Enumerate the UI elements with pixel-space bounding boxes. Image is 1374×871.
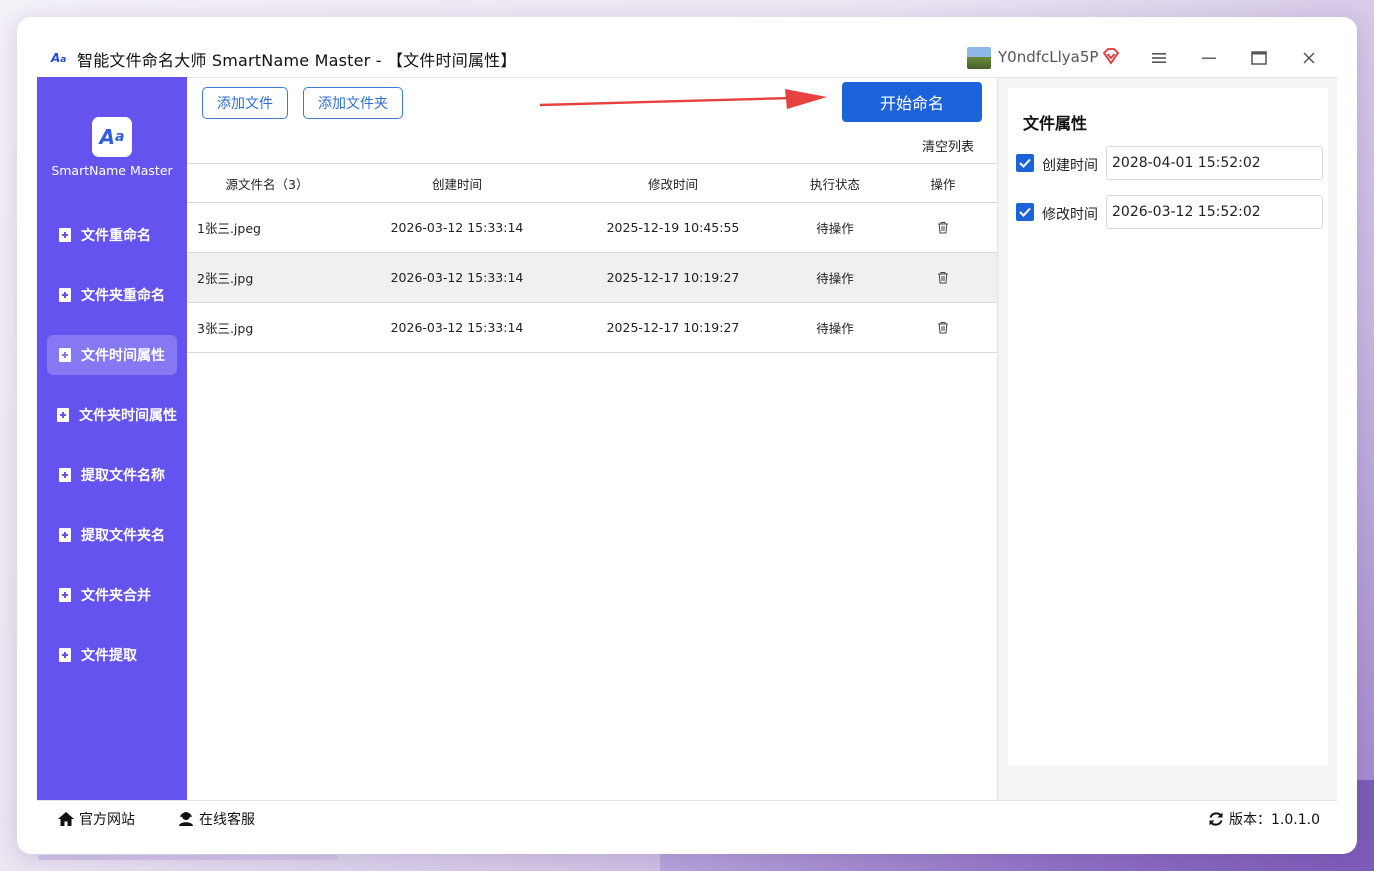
sidebar-item-file-extract[interactable]: 文件提取 [47,635,177,675]
created-time-row: 创建时间 [1016,146,1326,180]
cell-modified: 2025-12-19 10:45:55 [606,220,740,235]
header-source-name[interactable]: 源文件名（3） [187,164,347,202]
cell-file-name: 2张三.jpg [197,271,254,286]
status-footer: 官方网站 在线客服 版本：1.0.1.0 [37,800,1337,837]
table-row[interactable]: 1张三.jpeg 2026-03-12 15:33:14 2025-12-19 … [187,203,997,253]
cell-modified: 2025-12-17 10:19:27 [606,270,740,285]
header-created[interactable]: 创建时间 [347,164,567,202]
sidebar-item-extract-filename[interactable]: 提取文件名称 [47,455,177,495]
main-panel: 添加文件 添加文件夹 开始命名 清空列表 源文件名（3） 创建时间 修改时间 执… [187,77,997,800]
sidebar-item-folder-rename[interactable]: 文件夹重命名 [47,275,177,315]
modified-time-input[interactable] [1106,195,1323,229]
version-label: 版本：1.0.1.0 [1229,812,1320,828]
table-header: 源文件名（3） 创建时间 修改时间 执行状态 操作 [187,163,997,203]
trash-icon[interactable] [937,271,949,284]
table-row[interactable]: 2张三.jpg 2026-03-12 15:33:14 2025-12-17 1… [187,253,997,303]
modified-time-checkbox[interactable] [1016,203,1034,221]
menu-icon[interactable] [1146,47,1172,69]
cell-action [891,303,995,352]
official-site-link[interactable]: 官方网站 [57,809,135,829]
home-icon [58,812,74,826]
window-title: 智能文件命名大师 SmartName Master - 【文件时间属性】 [77,51,517,70]
cell-status: 待操作 [816,221,854,236]
sidebar-item-label: 文件夹时间属性 [79,408,177,424]
sidebar-item-file-rename[interactable]: 文件重命名 [47,215,177,255]
file-add-icon [59,228,71,242]
background-bar [38,855,338,860]
created-time-checkbox[interactable] [1016,154,1034,172]
attributes-card: 文件属性 创建时间 修改时间 [1008,88,1328,766]
close-icon[interactable] [1296,47,1322,69]
sidebar-item-folder-time[interactable]: 文件夹时间属性 [47,395,177,435]
sidebar-brand: SmartName Master [51,163,173,178]
file-add-icon [57,408,69,422]
file-add-icon [59,288,71,302]
header-status[interactable]: 执行状态 [779,164,891,202]
table-row[interactable]: 3张三.jpg 2026-03-12 15:33:14 2025-12-17 1… [187,303,997,353]
official-site-label: 官方网站 [79,812,135,828]
cell-created: 2026-03-12 15:33:14 [390,220,524,235]
sidebar-item-folder-merge[interactable]: 文件夹合并 [47,575,177,615]
start-naming-button[interactable]: 开始命名 [842,82,982,122]
annotation-arrow [539,89,827,109]
sidebar-item-label: 文件夹重命名 [81,288,165,304]
minimize-icon[interactable] [1196,47,1222,69]
cell-created: 2026-03-12 15:33:14 [390,320,524,335]
sidebar-item-label: 提取文件夹名 [81,528,165,544]
sidebar-item-label: 文件提取 [81,648,137,664]
modified-time-row: 修改时间 [1016,195,1326,229]
sidebar-item-label: 文件重命名 [81,228,151,244]
app-logo-icon: Aa [92,117,132,157]
maximize-icon[interactable] [1246,47,1272,69]
file-add-icon [59,588,71,602]
file-add-icon [59,468,71,482]
trash-icon[interactable] [937,321,949,334]
trash-icon[interactable] [937,221,949,234]
clear-list-link[interactable]: 清空列表 [922,136,974,155]
sidebar: Aa SmartName Master 文件重命名 文件夹重命名 文件时间属性 … [37,77,187,800]
add-file-button[interactable]: 添加文件 [202,87,288,119]
online-service-link[interactable]: 在线客服 [177,809,255,829]
title-bar: Aa 智能文件命名大师 SmartName Master - 【文件时间属性】 … [17,17,1357,77]
sidebar-item-label: 提取文件名称 [81,468,165,484]
app-logo-icon: Aa [51,51,67,65]
created-time-input[interactable] [1106,146,1323,180]
cell-modified: 2025-12-17 10:19:27 [606,320,740,335]
file-add-icon [59,528,71,542]
app-window: Aa 智能文件命名大师 SmartName Master - 【文件时间属性】 … [17,17,1357,854]
online-service-label: 在线客服 [199,812,255,828]
customer-service-icon [179,812,193,826]
file-table: 源文件名（3） 创建时间 修改时间 执行状态 操作 1张三.jpeg 2026-… [187,163,997,353]
attributes-panel: 文件属性 创建时间 修改时间 [997,77,1337,800]
header-modified[interactable]: 修改时间 [567,164,779,202]
cell-action [891,253,995,302]
cell-file-name: 1张三.jpeg [197,221,261,236]
created-time-label: 创建时间 [1042,158,1098,174]
file-add-icon [59,648,71,662]
modified-time-label: 修改时间 [1042,207,1098,223]
cell-status: 待操作 [816,321,854,336]
sidebar-item-label: 文件时间属性 [81,348,165,364]
sidebar-item-file-time[interactable]: 文件时间属性 [47,335,177,375]
add-folder-button[interactable]: 添加文件夹 [303,87,403,119]
sidebar-item-label: 文件夹合并 [81,588,151,604]
file-add-icon [59,348,71,362]
header-action: 操作 [930,176,956,192]
sidebar-item-extract-foldername[interactable]: 提取文件夹名 [47,515,177,555]
user-name[interactable]: Y0ndfcLlya5P [998,48,1098,66]
cell-action [891,203,995,252]
vip-diamond-icon[interactable] [1102,47,1120,65]
cell-created: 2026-03-12 15:33:14 [390,270,524,285]
refresh-icon [1209,812,1223,826]
cell-status: 待操作 [816,271,854,286]
version-info[interactable]: 版本：1.0.1.0 [1207,809,1320,829]
attributes-title: 文件属性 [1023,114,1088,133]
user-avatar[interactable] [967,47,991,69]
cell-file-name: 3张三.jpg [197,321,254,336]
